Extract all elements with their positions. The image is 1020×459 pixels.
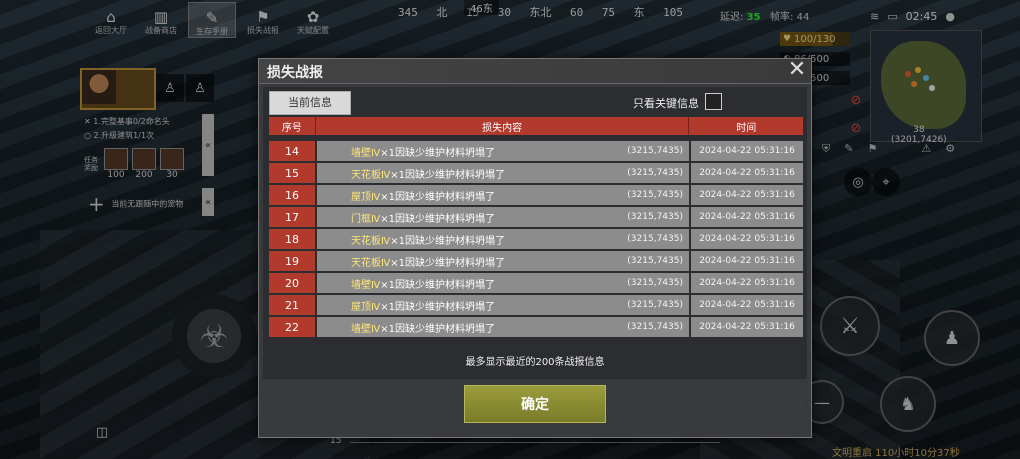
row-content: 天花板Ⅳ ×1因缺少维护材料坍塌了 (3215,7435) bbox=[317, 229, 689, 249]
row-item: 天花板Ⅳ bbox=[351, 169, 391, 181]
table-body[interactable]: 14 墙壁Ⅳ ×1因缺少维护材料坍塌了 (3215,7435) 2024-04-22… bbox=[269, 139, 803, 377]
confirm-button[interactable]: 确定 bbox=[464, 385, 606, 423]
dialog-header: 损失战报 ✕ bbox=[259, 57, 811, 85]
row-content: 天花板Ⅳ ×1因缺少维护材料坍塌了 (3215,7435) bbox=[317, 163, 689, 183]
table-row: 14 墙壁Ⅳ ×1因缺少维护材料坍塌了 (3215,7435) 2024-04-22… bbox=[269, 141, 803, 161]
row-coord: (3215,7435) bbox=[627, 278, 683, 288]
row-number: 18 bbox=[269, 229, 315, 249]
close-icon[interactable]: ✕ bbox=[783, 57, 811, 85]
row-time: 2024-04-22 05:31:16 bbox=[691, 295, 803, 315]
row-time: 2024-04-22 05:31:16 bbox=[691, 141, 803, 161]
table-row: 22 墙壁Ⅳ ×1因缺少维护材料坍塌了 (3215,7435) 2024-04-22… bbox=[269, 317, 803, 337]
table-row: 15 天花板Ⅳ ×1因缺少维护材料坍塌了 (3215,7435) 2024-04-2… bbox=[269, 163, 803, 183]
row-item: 天花板Ⅳ bbox=[351, 257, 391, 269]
row-number: 15 bbox=[269, 163, 315, 183]
row-time: 2024-04-22 05:31:16 bbox=[691, 317, 803, 337]
row-content: 墙壁Ⅳ ×1因缺少维护材料坍塌了 (3215,7435) bbox=[317, 273, 689, 293]
row-coord: (3215,7435) bbox=[627, 256, 683, 266]
row-number: 14 bbox=[269, 141, 315, 161]
column-header-time: 时间 bbox=[736, 122, 757, 134]
row-coord: (3215,7435) bbox=[627, 212, 683, 222]
row-content: 门框Ⅳ ×1因缺少维护材料坍塌了 (3215,7435) bbox=[317, 207, 689, 227]
row-coord: (3215,7435) bbox=[627, 168, 683, 178]
row-number: 16 bbox=[269, 185, 315, 205]
row-time: 2024-04-22 05:31:16 bbox=[691, 163, 803, 183]
row-content: 天花板Ⅳ ×1因缺少维护材料坍塌了 (3215,7435) bbox=[317, 251, 689, 271]
row-number: 22 bbox=[269, 317, 315, 337]
row-item: 屋顶Ⅳ bbox=[351, 301, 381, 313]
table-row: 16 屋顶Ⅳ ×1因缺少维护材料坍塌了 (3215,7435) 2024-04-22… bbox=[269, 185, 803, 205]
row-item: 墙壁Ⅳ bbox=[351, 279, 381, 291]
max-records-note: 最多显示最近的200条战报信息 bbox=[465, 357, 605, 368]
row-item: 屋顶Ⅳ bbox=[351, 191, 381, 203]
row-content: 屋顶Ⅳ ×1因缺少维护材料坍塌了 (3215,7435) bbox=[317, 295, 689, 315]
row-time: 2024-04-22 05:31:16 bbox=[691, 185, 803, 205]
dialog-title: 损失战报 bbox=[267, 65, 323, 81]
row-item: 墙壁Ⅳ bbox=[351, 147, 381, 159]
row-reason: ×1因缺少维护材料坍塌了 bbox=[390, 169, 505, 181]
row-item: 天花板Ⅳ bbox=[351, 235, 391, 247]
row-reason: ×1因缺少维护材料坍塌了 bbox=[390, 235, 505, 247]
row-reason: ×1因缺少维护材料坍塌了 bbox=[380, 213, 495, 225]
row-number: 21 bbox=[269, 295, 315, 315]
table-row: 21 屋顶Ⅳ ×1因缺少维护材料坍塌了 (3215,7435) 2024-04-22… bbox=[269, 295, 803, 315]
table-row: 19 天花板Ⅳ ×1因缺少维护材料坍塌了 (3215,7435) 2024-04-2… bbox=[269, 251, 803, 271]
row-number: 20 bbox=[269, 273, 315, 293]
row-coord: (3215,7435) bbox=[627, 322, 683, 332]
row-reason: ×1因缺少维护材料坍塌了 bbox=[380, 323, 495, 335]
row-time: 2024-04-22 05:31:16 bbox=[691, 273, 803, 293]
row-reason: ×1因缺少维护材料坍塌了 bbox=[380, 301, 495, 313]
row-content: 墙壁Ⅳ ×1因缺少维护材料坍塌了 (3215,7435) bbox=[317, 141, 689, 161]
column-header-content: 损失内容 bbox=[316, 117, 690, 135]
row-coord: (3215,7435) bbox=[627, 190, 683, 200]
row-coord: (3215,7435) bbox=[627, 234, 683, 244]
row-number: 17 bbox=[269, 207, 315, 227]
row-item: 门框Ⅳ bbox=[351, 213, 381, 225]
row-content: 屋顶Ⅳ ×1因缺少维护材料坍塌了 (3215,7435) bbox=[317, 185, 689, 205]
row-reason: ×1因缺少维护材料坍塌了 bbox=[380, 279, 495, 291]
row-item: 墙壁Ⅳ bbox=[351, 323, 381, 335]
row-reason: ×1因缺少维护材料坍塌了 bbox=[390, 257, 505, 269]
column-header-no: 序号 bbox=[269, 117, 316, 135]
table-row: 20 墙壁Ⅳ ×1因缺少维护材料坍塌了 (3215,7435) 2024-04-22… bbox=[269, 273, 803, 293]
key-filter-checkbox[interactable] bbox=[705, 93, 722, 110]
row-reason: ×1因缺少维护材料坍塌了 bbox=[380, 147, 495, 159]
table-header: 序号 损失内容 时间 bbox=[269, 117, 803, 135]
row-content: 墙壁Ⅳ ×1因缺少维护材料坍塌了 (3215,7435) bbox=[317, 317, 689, 337]
row-time: 2024-04-22 05:31:16 bbox=[691, 251, 803, 271]
table-row: 17 门框Ⅳ ×1因缺少维护材料坍塌了 (3215,7435) 2024-04-22… bbox=[269, 207, 803, 227]
dialog-body: 当前信息 只看关键信息 序号 损失内容 时间 14 墙壁Ⅳ ×1因缺少维护材料坍塌… bbox=[263, 87, 807, 379]
loss-report-dialog: 损失战报 ✕ 当前信息 只看关键信息 序号 损失内容 时间 14 墙壁Ⅳ ×1因缺… bbox=[258, 57, 812, 438]
row-number: 19 bbox=[269, 251, 315, 271]
row-time: 2024-04-22 05:31:16 bbox=[691, 229, 803, 249]
row-coord: (3215,7435) bbox=[627, 146, 683, 156]
table-row: 18 天花板Ⅳ ×1因缺少维护材料坍塌了 (3215,7435) 2024-04-2… bbox=[269, 229, 803, 249]
row-time: 2024-04-22 05:31:16 bbox=[691, 207, 803, 227]
tab-current-info[interactable]: 当前信息 bbox=[269, 91, 351, 115]
row-coord: (3215,7435) bbox=[627, 300, 683, 310]
row-reason: ×1因缺少维护材料坍塌了 bbox=[380, 191, 495, 203]
key-filter-label: 只看关键信息 bbox=[633, 97, 699, 110]
